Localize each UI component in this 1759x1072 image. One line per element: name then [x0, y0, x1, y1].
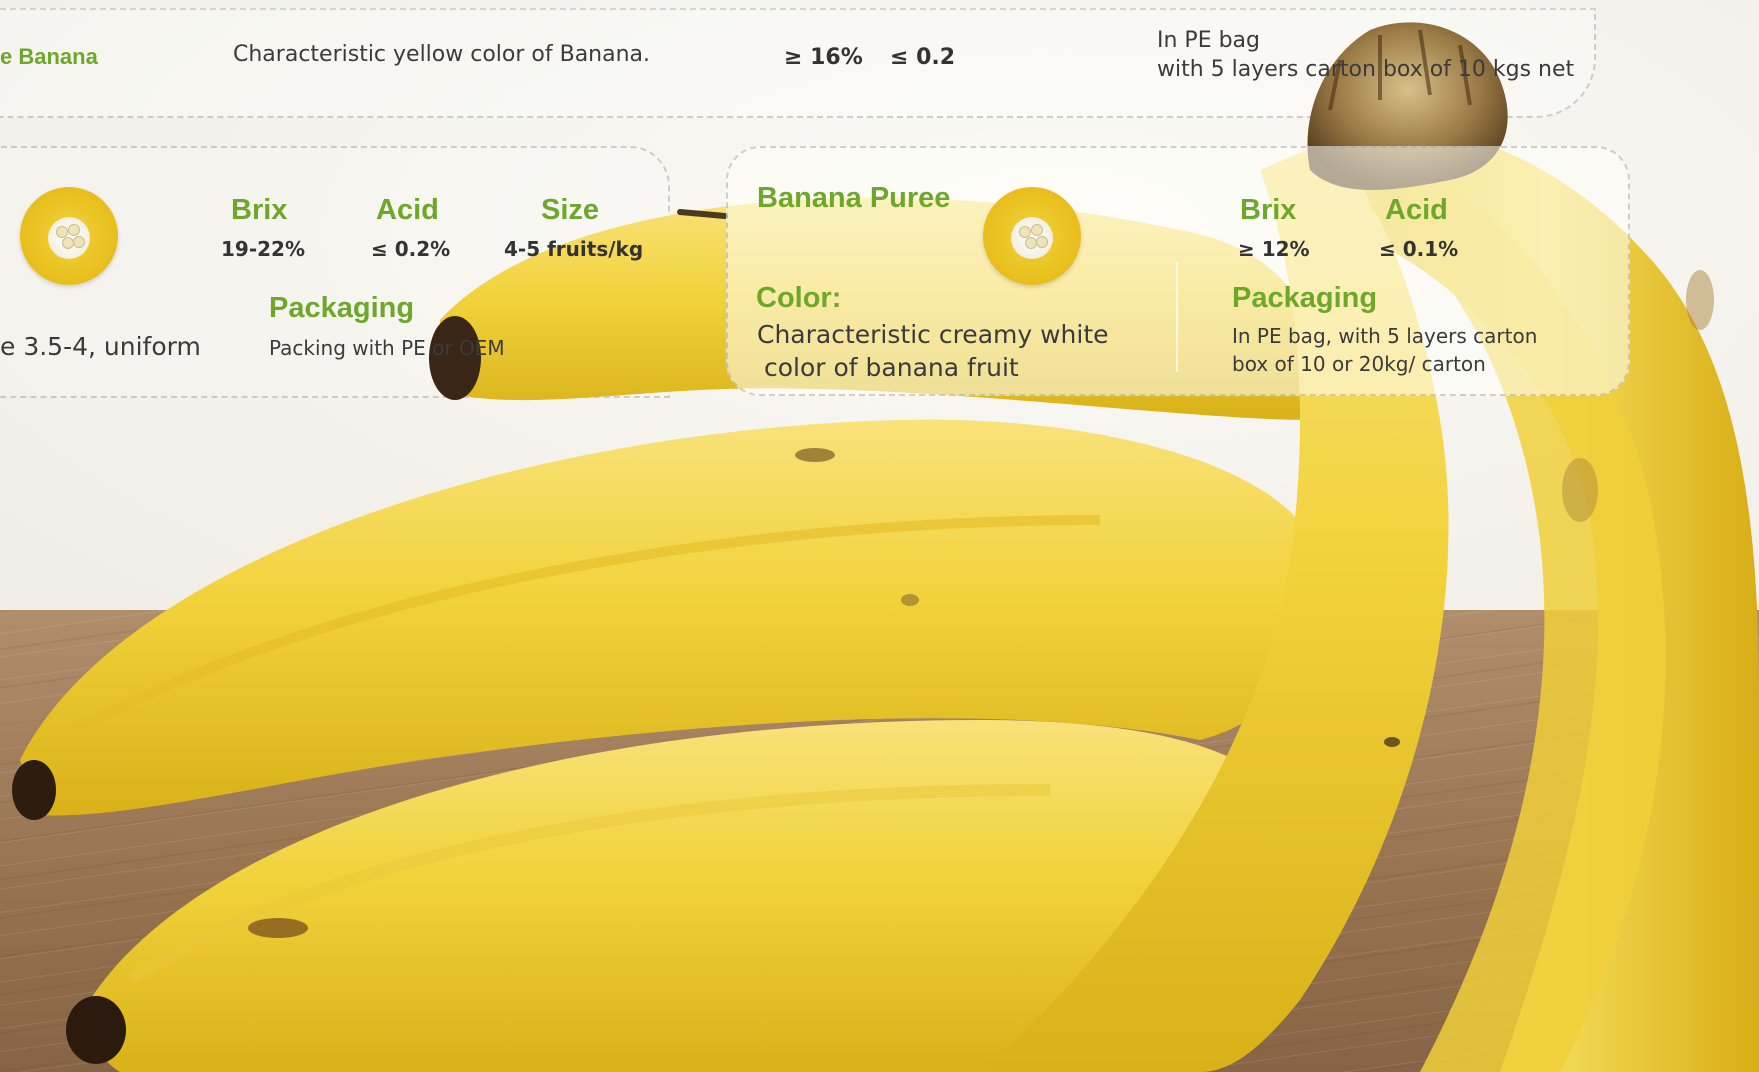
puree-acid-label: Acid: [1385, 194, 1448, 226]
banana-puree-bowl-icon: [20, 187, 118, 285]
banana-front-tip: [66, 996, 126, 1064]
puree-packaging-line1: In PE bag, with 5 layers carton: [1232, 324, 1538, 348]
banana-middle-tip: [12, 760, 56, 820]
left-brix-label: Brix: [231, 194, 288, 226]
left-acid-value: ≤ 0.2%: [371, 237, 451, 261]
card-divider: [1176, 262, 1178, 372]
top-packaging-line1: In PE bag: [1157, 28, 1260, 53]
puree-color-label: Color:: [756, 282, 842, 314]
puree-color-line2: color of banana fruit: [764, 353, 1019, 382]
left-acid-label: Acid: [376, 194, 439, 226]
left-packaging-text: Packing with PE or OEM: [269, 336, 505, 360]
puree-acid-value: ≤ 0.1%: [1379, 237, 1459, 261]
left-brix-value: 19-22%: [221, 237, 306, 261]
banana-puree-bowl-icon: [983, 187, 1081, 285]
puree-title: Banana Puree: [757, 182, 951, 214]
puree-brix-label: Brix: [1240, 194, 1297, 226]
puree-packaging-label: Packaging: [1232, 282, 1378, 314]
left-size-label: Size: [541, 194, 600, 226]
top-color-text: Characteristic yellow color of Banana.: [233, 42, 651, 67]
left-size-value: 4-5 fruits/kg: [504, 237, 644, 261]
left-ratio-text: e 3.5-4, uniform: [0, 332, 201, 361]
left-packaging-label: Packaging: [269, 292, 415, 324]
top-packaging-line2: with 5 layers carton box of 10 kgs net: [1157, 57, 1575, 82]
top-brix-value: ≥ 16%: [784, 45, 863, 70]
puree-packaging-line2: box of 10 or 20kg/ carton: [1232, 352, 1486, 376]
top-product-name: e Banana: [0, 44, 98, 69]
puree-brix-value: ≥ 12%: [1238, 237, 1310, 261]
page: e Banana Characteristic yellow color of …: [0, 0, 1759, 1072]
puree-color-line1: Characteristic creamy white: [757, 320, 1109, 349]
top-acid-value: ≤ 0.2: [890, 45, 956, 70]
